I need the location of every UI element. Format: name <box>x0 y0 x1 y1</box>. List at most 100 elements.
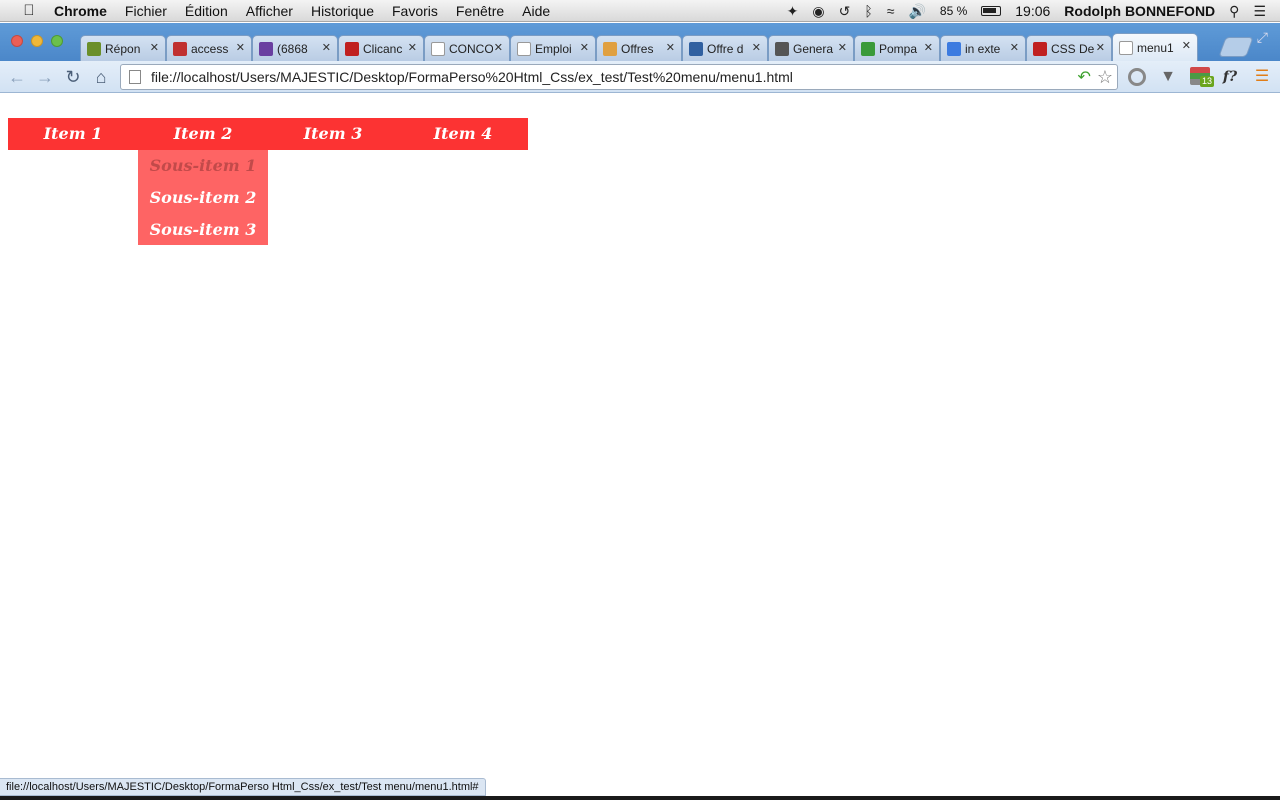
tab-8[interactable]: Offre d ✕ <box>682 35 768 61</box>
bluetooth-icon[interactable]: ᛒ <box>864 3 872 19</box>
google-icon <box>947 41 961 56</box>
tab-title: Répon <box>105 41 141 56</box>
nav-item-2[interactable]: Item 2 Sous-item 1 Sous-item 2 Sous-item… <box>138 118 268 245</box>
nav-menu: Item 1 Item 2 Sous-item 1 Sous-item 2 So… <box>8 118 528 245</box>
tab-3[interactable]: (6868 ✕ <box>252 35 338 61</box>
tab-9[interactable]: Genera ✕ <box>768 35 854 61</box>
zoom-window-button[interactable] <box>51 35 63 47</box>
pocket-icon[interactable]: ▼ <box>1158 67 1178 87</box>
site-icon <box>689 41 703 56</box>
volume-icon[interactable]: 🔊 <box>908 3 925 20</box>
tab-title: CONCO <box>449 41 493 56</box>
hash-icon <box>1033 41 1047 56</box>
close-tab-icon[interactable]: ✕ <box>494 41 503 54</box>
close-tab-icon[interactable]: ✕ <box>1010 41 1019 54</box>
rocket-icon[interactable]: ✦ <box>787 3 799 20</box>
nav-item-4[interactable]: Item 4 <box>398 118 528 150</box>
tab-title: Offres <box>621 41 654 56</box>
minimize-window-button[interactable] <box>31 35 43 47</box>
tab-title: Genera <box>793 41 834 56</box>
page-icon <box>517 41 531 56</box>
bookmark-star-icon[interactable]: ☆ <box>1097 67 1113 88</box>
tab-11[interactable]: in exte ✕ <box>940 35 1026 61</box>
close-tab-icon[interactable]: ✕ <box>752 41 761 54</box>
tab-title: Pompa <box>879 41 918 56</box>
page-icon <box>129 70 141 84</box>
tab-5[interactable]: CONCO ✕ <box>424 35 510 61</box>
sub-item-1[interactable]: Sous-item 1 <box>138 150 268 182</box>
nav-item-2-label: Item 2 <box>173 124 233 143</box>
close-window-button[interactable] <box>11 35 23 47</box>
menu-aide[interactable]: Aide <box>522 3 550 19</box>
notification-list-icon[interactable]: ☰ <box>1253 3 1266 20</box>
ring-icon[interactable]: ◉ <box>812 3 824 20</box>
menu-afficher[interactable]: Afficher <box>246 3 293 19</box>
tab-title: Offre d <box>707 41 744 56</box>
tab-strip: Répon ✕ access ✕ (6868 ✕ Clicanc ✕ CONCO ✕ Emploi ✕… <box>0 23 1280 61</box>
tab-7[interactable]: Offres ✕ <box>596 35 682 61</box>
undo-icon[interactable]: ↶ <box>1077 67 1090 87</box>
sub-item-3[interactable]: Sous-item 3 <box>138 214 268 245</box>
sub-item-2[interactable]: Sous-item 2 <box>138 182 268 214</box>
home-icon[interactable]: ⌂ <box>90 66 112 88</box>
battery-icon[interactable] <box>981 6 1002 16</box>
address-url[interactable]: file://localhost/Users/MAJESTIC/Desktop/… <box>151 69 1077 85</box>
close-tab-icon[interactable]: ✕ <box>838 41 847 54</box>
fullscreen-icon[interactable]: ⤢ <box>1257 29 1268 46</box>
menu-fenetre[interactable]: Fenêtre <box>456 3 504 19</box>
tab-13[interactable]: menu1 ✕ <box>1112 33 1198 61</box>
close-tab-icon[interactable]: ✕ <box>150 41 159 54</box>
menu-app-chrome[interactable]: Chrome <box>54 3 107 19</box>
close-tab-icon[interactable]: ✕ <box>322 41 331 54</box>
back-icon[interactable]: ← <box>6 66 28 88</box>
extension-badge: 13 <box>1200 76 1215 87</box>
extension-ring-icon[interactable] <box>1128 68 1146 86</box>
menu-fichier[interactable]: Fichier <box>125 3 167 19</box>
tab-title: in exte <box>965 41 1001 56</box>
close-tab-icon[interactable]: ✕ <box>408 41 417 54</box>
tab-4[interactable]: Clicanc ✕ <box>338 35 424 61</box>
tab-10[interactable]: Pompa ✕ <box>854 35 940 61</box>
tab-title: Emploi <box>535 41 572 56</box>
close-tab-icon[interactable]: ✕ <box>666 41 675 54</box>
close-tab-icon[interactable]: ✕ <box>1182 39 1191 52</box>
time-machine-icon[interactable]: ↺ <box>839 3 851 20</box>
page-content: Item 1 Item 2 Sous-item 1 Sous-item 2 So… <box>0 94 1280 778</box>
screen-bottom-edge <box>0 796 1280 800</box>
font-finder-icon[interactable]: f? <box>1220 67 1240 87</box>
spotlight-search-icon[interactable]: ⚲ <box>1229 3 1239 20</box>
wifi-icon[interactable]: ≈ <box>887 3 895 19</box>
apple-menu-icon[interactable]:  <box>18 2 40 19</box>
tab-title: access <box>191 41 229 56</box>
forward-icon[interactable]: → <box>34 66 56 88</box>
user-name[interactable]: Rodolph BONNEFOND <box>1064 3 1215 19</box>
tabs: Répon ✕ access ✕ (6868 ✕ Clicanc ✕ CONCO ✕ Emploi ✕… <box>80 33 1198 61</box>
site-icon <box>603 41 617 56</box>
extension-stack-icon[interactable]: 13 <box>1190 67 1215 87</box>
menu-favoris[interactable]: Favoris <box>392 3 438 19</box>
app-icon <box>345 41 359 56</box>
new-tab-button[interactable] <box>1218 37 1254 57</box>
chrome-menu-icon[interactable]: ☰ <box>1252 67 1272 87</box>
close-tab-icon[interactable]: ✕ <box>580 41 589 54</box>
tab-1[interactable]: Répon ✕ <box>80 35 166 61</box>
close-tab-icon[interactable]: ✕ <box>924 41 933 54</box>
search-icon <box>173 41 187 56</box>
tab-6[interactable]: Emploi ✕ <box>510 35 596 61</box>
menu-historique[interactable]: Historique <box>311 3 374 19</box>
address-bar[interactable]: file://localhost/Users/MAJESTIC/Desktop/… <box>120 64 1118 90</box>
tab-title: (6868 <box>277 41 308 56</box>
nav-item-1[interactable]: Item 1 <box>8 118 138 150</box>
system-menu-bar:  Chrome Fichier Édition Afficher Histor… <box>0 0 1280 22</box>
page-icon <box>431 41 445 56</box>
reload-icon[interactable]: ↻ <box>62 66 84 88</box>
battery-percent[interactable]: 85 % <box>940 4 967 18</box>
tab-12[interactable]: CSS De ✕ <box>1026 35 1112 61</box>
close-tab-icon[interactable]: ✕ <box>1096 41 1105 54</box>
menu-edition[interactable]: Édition <box>185 3 228 19</box>
nav-item-3[interactable]: Item 3 <box>268 118 398 150</box>
tab-2[interactable]: access ✕ <box>166 35 252 61</box>
puzzle-icon <box>87 41 101 56</box>
clock[interactable]: 19:06 <box>1015 3 1050 19</box>
close-tab-icon[interactable]: ✕ <box>236 41 245 54</box>
